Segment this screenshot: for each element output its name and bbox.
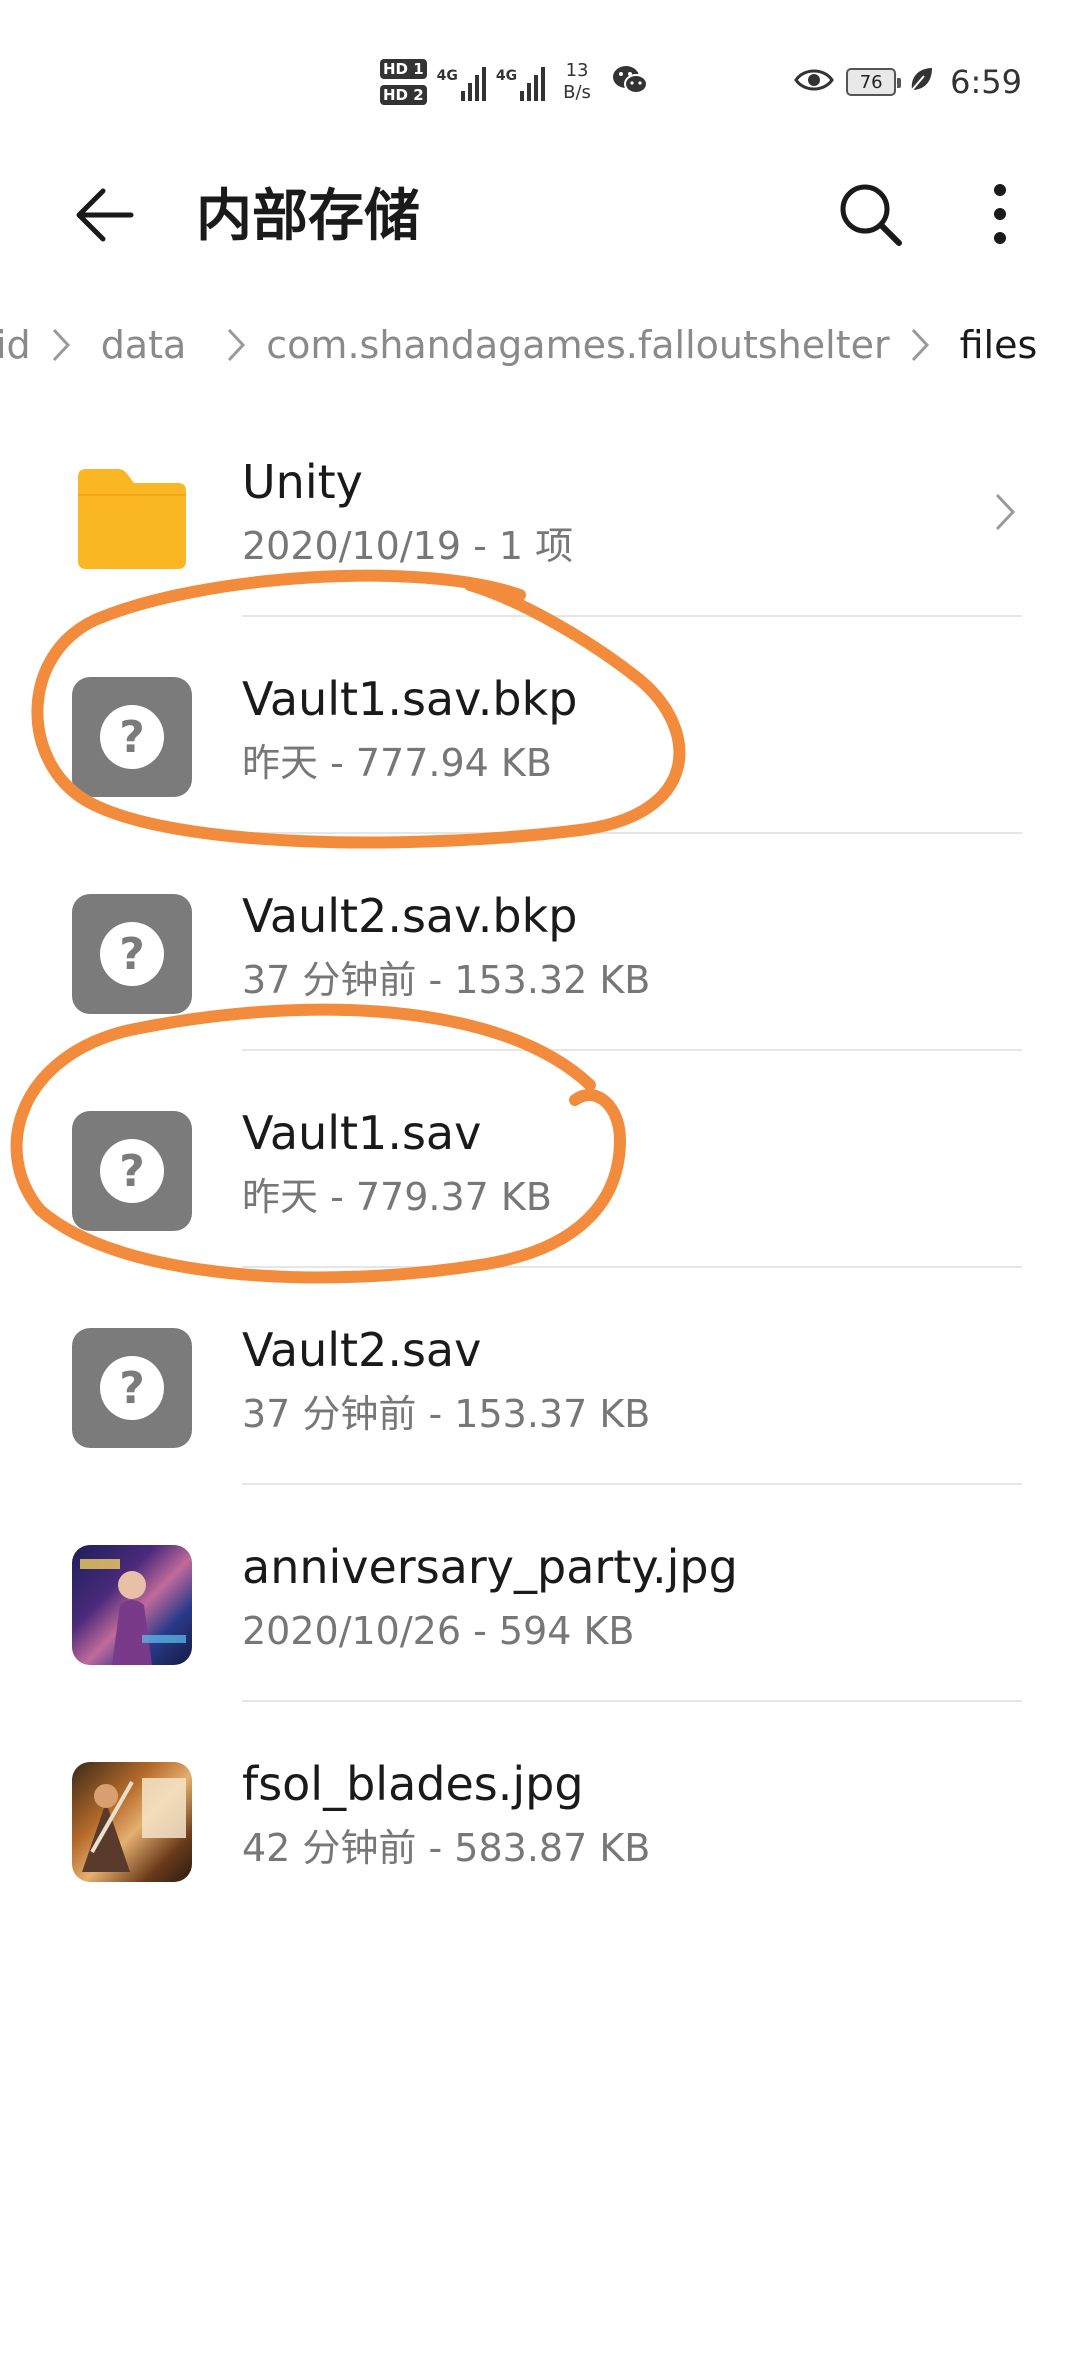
hd-indicators: HD 1 HD 2 <box>380 59 427 105</box>
back-arrow-icon <box>75 187 135 247</box>
hd1-badge: HD 1 <box>380 59 427 79</box>
status-left: HD 1 HD 2 4G 4G 13 B/s <box>380 52 649 112</box>
list-item-folder[interactable]: Unity 2020/10/19 - 1 项 <box>0 400 1080 617</box>
file-name: Unity <box>242 455 363 509</box>
file-name: Vault2.sav <box>242 1323 482 1377</box>
question-mark-icon: ? <box>100 922 164 986</box>
more-options-button[interactable] <box>970 176 1030 256</box>
network-type-1: 4G <box>436 68 458 84</box>
speed-value: 13 <box>565 60 589 81</box>
list-item-file[interactable]: anniversary_party.jpg 2020/10/26 - 594 K… <box>0 1485 1080 1702</box>
page-title: 内部存储 <box>196 184 420 249</box>
breadcrumb-item[interactable]: data <box>101 323 187 367</box>
signal-bars-icon <box>460 63 486 101</box>
unknown-file-icon: ? <box>72 894 192 1014</box>
unknown-file-icon: ? <box>72 1328 192 1448</box>
battery-level: 76 <box>859 71 883 93</box>
question-mark-icon: ? <box>100 705 164 769</box>
question-mark-icon: ? <box>100 1356 164 1420</box>
chevron-right-icon <box>890 326 950 364</box>
signal-bars-icon <box>520 63 546 101</box>
list-item-file[interactable]: ? Vault2.sav.bkp 37 分钟前 - 153.32 KB <box>0 834 1080 1051</box>
list-item-file[interactable]: ? Vault1.sav.bkp 昨天 - 777.94 KB <box>0 617 1080 834</box>
list-item-file[interactable]: fsol_blades.jpg 42 分钟前 - 583.87 KB <box>0 1702 1080 1919</box>
chevron-right-icon <box>992 490 1018 538</box>
breadcrumb-item[interactable]: com.shandagames.falloutshelter <box>266 323 889 367</box>
file-meta: 2020/10/26 - 594 KB <box>242 1609 635 1653</box>
file-meta: 37 分钟前 - 153.32 KB <box>242 958 651 1002</box>
signal-1: 4G <box>437 63 486 101</box>
signal-2: 4G <box>495 63 546 101</box>
file-meta: 2020/10/19 - 1 项 <box>242 524 574 568</box>
network-speed: 13 B/s <box>563 60 591 104</box>
list-item-file[interactable]: ? Vault2.sav 37 分钟前 - 153.37 KB <box>0 1268 1080 1485</box>
back-button[interactable] <box>70 182 140 252</box>
search-icon <box>835 179 905 253</box>
status-bar: HD 1 HD 2 4G 4G 13 B/s 76 6:59 <box>0 0 1080 150</box>
leaf-icon <box>908 66 934 98</box>
eye-icon <box>794 66 834 98</box>
clock: 6:59 <box>950 63 1022 101</box>
breadcrumb-item[interactable]: id <box>0 323 31 367</box>
file-list: Unity 2020/10/19 - 1 项 ? Vault1.sav.bkp … <box>0 400 1080 1919</box>
file-meta: 昨天 - 777.94 KB <box>242 741 552 785</box>
chevron-right-icon <box>31 326 91 364</box>
file-meta: 37 分钟前 - 153.37 KB <box>242 1392 651 1436</box>
breadcrumb: id data com.shandagames.falloutshelter f… <box>0 305 1080 385</box>
hd2-badge: HD 2 <box>380 85 427 105</box>
folder-icon <box>72 460 192 580</box>
status-right: 76 6:59 <box>794 58 1022 106</box>
question-mark-icon: ? <box>100 1139 164 1203</box>
file-name: Vault1.sav <box>242 1106 482 1160</box>
chevron-right-icon <box>206 326 266 364</box>
search-button[interactable] <box>830 176 910 256</box>
app-header: 内部存储 <box>0 150 1080 280</box>
speed-unit: B/s <box>563 82 591 103</box>
network-type-2: 4G <box>495 68 518 84</box>
image-thumbnail <box>72 1545 192 1665</box>
list-item-file[interactable]: ? Vault1.sav 昨天 - 779.37 KB <box>0 1051 1080 1268</box>
battery-indicator: 76 <box>846 68 902 96</box>
image-thumbnail <box>72 1762 192 1882</box>
unknown-file-icon: ? <box>72 677 192 797</box>
file-name: fsol_blades.jpg <box>242 1757 584 1811</box>
file-name: Vault2.sav.bkp <box>242 889 578 943</box>
file-name: Vault1.sav.bkp <box>242 672 578 726</box>
unknown-file-icon: ? <box>72 1111 192 1231</box>
wechat-icon <box>611 63 649 101</box>
file-name: anniversary_party.jpg <box>242 1540 738 1594</box>
more-vert-icon <box>992 184 1008 248</box>
file-meta: 昨天 - 779.37 KB <box>242 1175 552 1219</box>
breadcrumb-current[interactable]: files <box>960 323 1038 367</box>
file-meta: 42 分钟前 - 583.87 KB <box>242 1826 651 1870</box>
